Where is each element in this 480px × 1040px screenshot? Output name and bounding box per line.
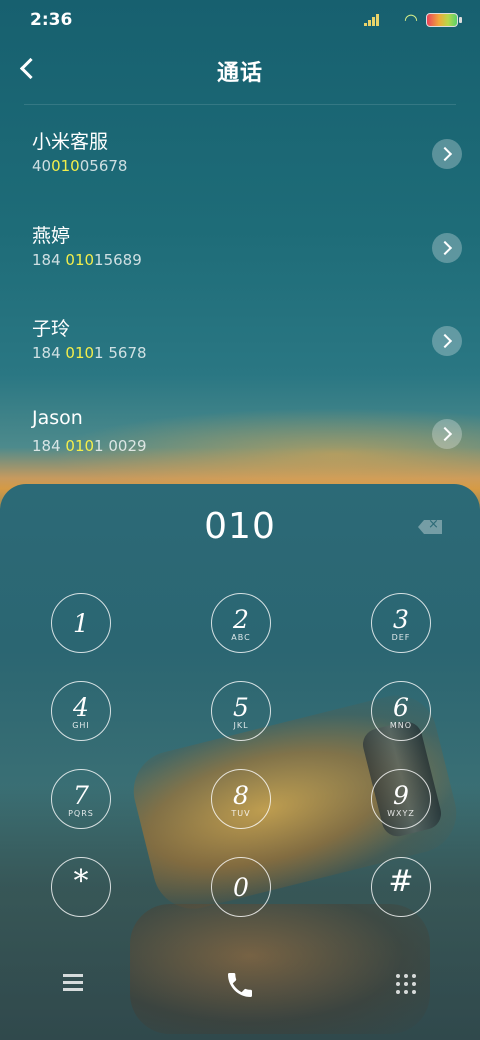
menu-icon[interactable]: [63, 974, 83, 991]
battery-icon: [426, 13, 462, 27]
header: 通话: [0, 45, 480, 105]
background-reflection: [130, 904, 430, 1034]
chevron-right-icon[interactable]: [432, 139, 462, 169]
chevron-right-icon[interactable]: [432, 233, 462, 263]
key-2[interactable]: 2 ABC: [211, 593, 271, 653]
contact-item[interactable]: 燕婷 184 01015689: [0, 221, 480, 301]
chevron-right-icon[interactable]: [432, 419, 462, 449]
key-star[interactable]: *: [51, 857, 111, 917]
contact-number: 4001005678: [32, 157, 128, 175]
contact-name: 燕婷: [32, 225, 71, 247]
match-highlight: 010: [65, 437, 95, 455]
contact-name: Jason: [32, 407, 83, 429]
match-highlight: 010: [65, 344, 95, 362]
chevron-right-icon[interactable]: [432, 326, 462, 356]
key-hash[interactable]: #: [371, 857, 431, 917]
key-0[interactable]: 0: [211, 857, 271, 917]
header-divider: [24, 104, 456, 105]
key-7[interactable]: 7 PQRS: [51, 769, 111, 829]
contact-number: 184 0101 5678: [32, 344, 147, 362]
dialpad-icon[interactable]: [396, 974, 416, 994]
signal-icon: [364, 14, 380, 26]
key-3[interactable]: 3 DEF: [371, 593, 431, 653]
phone-icon[interactable]: [224, 968, 256, 1002]
dialer-panel: 010 1 2ABC 3DEF 4GHI 5JKL 6MNO 7PQRS 8TU…: [0, 484, 480, 1040]
dial-input: 010: [204, 506, 276, 547]
page-title: 通话: [216, 61, 263, 86]
contact-item[interactable]: Jason 184 0101 0029: [0, 407, 480, 487]
key-5[interactable]: 5 JKL: [211, 681, 271, 741]
contact-number: 184 0101 0029: [32, 437, 147, 455]
contact-item[interactable]: 小米客服 4001005678: [0, 127, 480, 207]
match-highlight: 010: [65, 251, 95, 269]
key-1[interactable]: 1: [51, 593, 111, 653]
contact-item[interactable]: 子玲 184 0101 5678: [0, 314, 480, 394]
key-6[interactable]: 6 MNO: [371, 681, 431, 741]
key-9[interactable]: 9 WXYZ: [371, 769, 431, 829]
match-highlight: 010: [51, 157, 80, 175]
contact-name: 子玲: [32, 318, 71, 340]
wifi-icon: ◠: [404, 10, 418, 29]
contact-number: 184 01015689: [32, 251, 142, 269]
key-8[interactable]: 8 TUV: [211, 769, 271, 829]
key-4[interactable]: 4 GHI: [51, 681, 111, 741]
status-time: 2:36: [30, 10, 73, 30]
status-bar: 2:36 ◠: [0, 0, 480, 40]
contact-name: 小米客服: [32, 131, 109, 153]
